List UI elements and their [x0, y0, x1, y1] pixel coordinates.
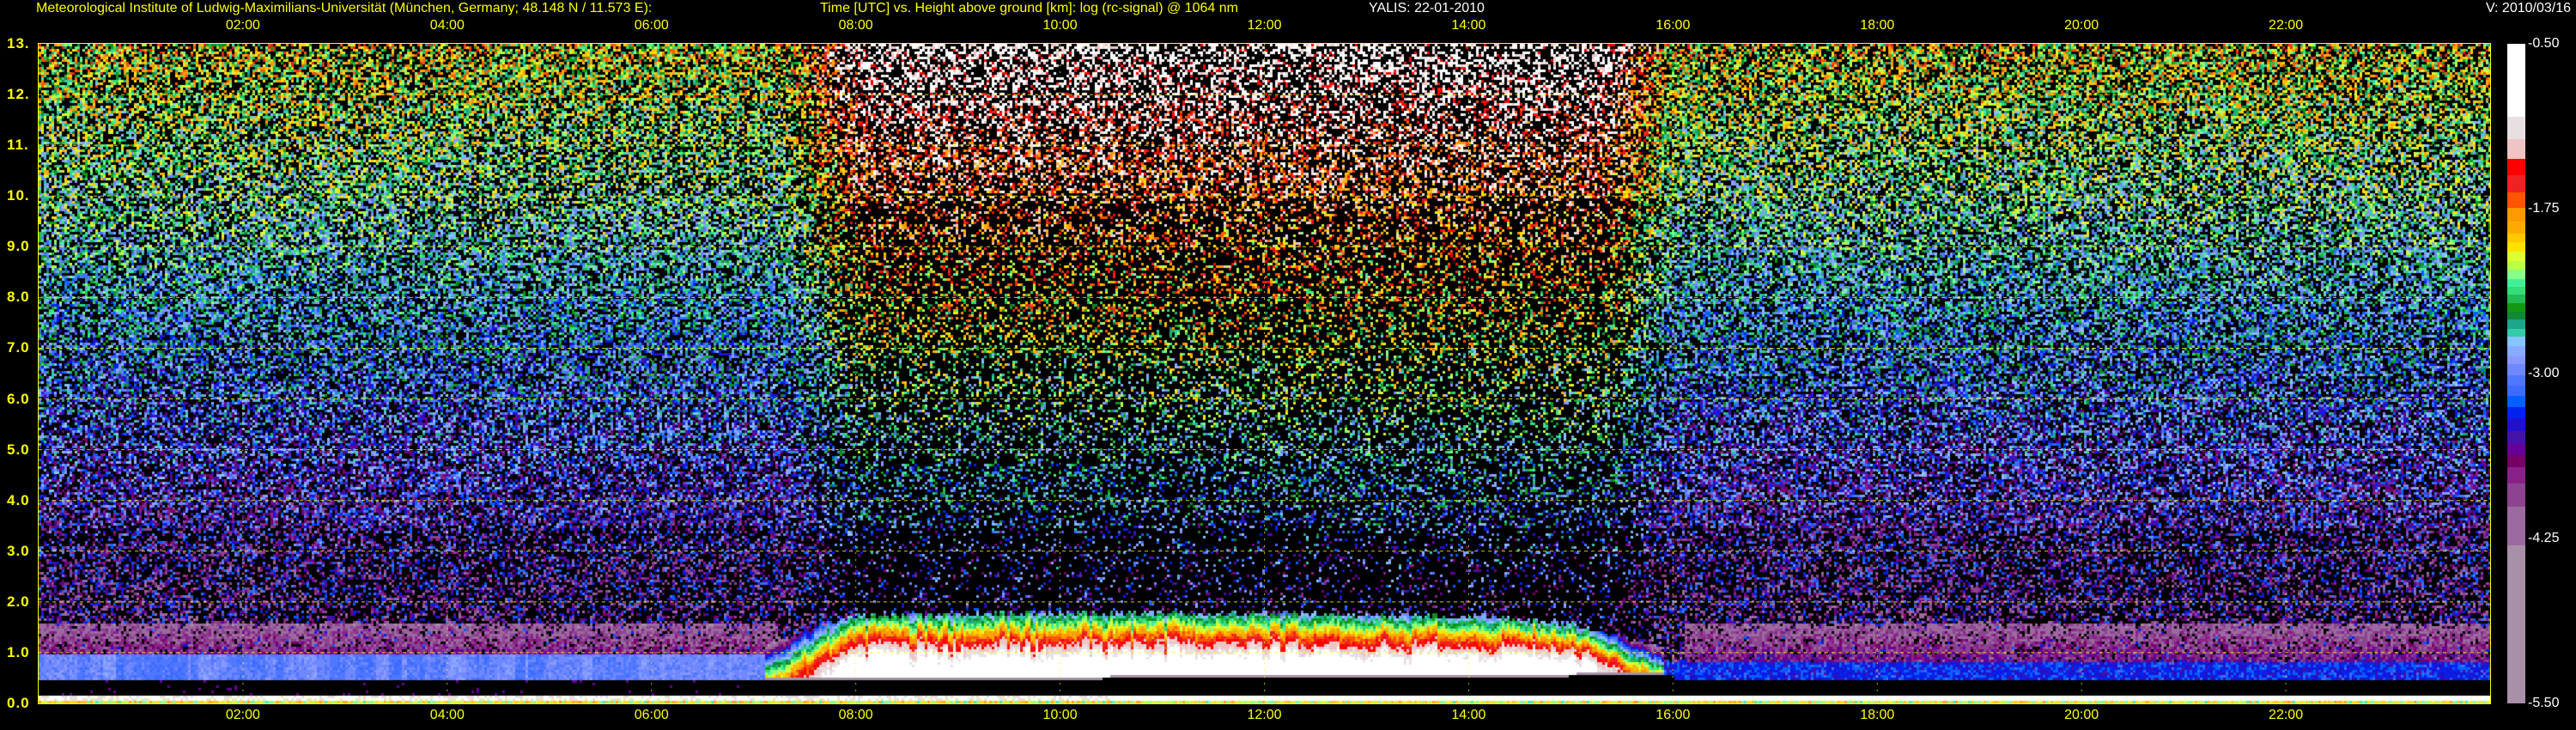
- header-instrument-date: YALIS: 22-01-2010: [1369, 1, 1485, 15]
- y-tick-label: 2.0: [7, 593, 30, 610]
- y-tick-label: 3.0: [7, 542, 30, 559]
- colorbar-tick-label: -5.50: [2528, 696, 2560, 710]
- colorbar-segment: [2507, 319, 2525, 330]
- header-institute: Meteorological Institute of Ludwig-Maxim…: [36, 1, 653, 15]
- x-tick-label-top: 14:00: [1451, 18, 1486, 33]
- colorbar-segment: [2507, 158, 2525, 176]
- colorbar-segment: [2507, 430, 2525, 445]
- x-tick-label-top: 10:00: [1042, 18, 1078, 33]
- x-tick-label-bottom: 04:00: [429, 708, 465, 722]
- x-tick-label-top: 20:00: [2064, 18, 2099, 33]
- colorbar-segment: [2507, 336, 2525, 347]
- x-tick-label-top: 12:00: [1247, 18, 1282, 33]
- x-tick-label-top: 02:00: [225, 18, 260, 33]
- header-version: V: 2010/03/16: [2485, 1, 2571, 15]
- x-tick-label-bottom: 20:00: [2064, 708, 2099, 722]
- colorbar: [2507, 44, 2525, 704]
- x-tick-label-bottom: 08:00: [838, 708, 873, 722]
- x-tick-label-top: 18:00: [1860, 18, 1895, 33]
- colorbar-segment: [2507, 174, 2525, 193]
- colorbar-segment: [2507, 396, 2525, 408]
- colorbar-segment: [2507, 484, 2525, 508]
- colorbar-segment: [2507, 345, 2525, 357]
- y-tick-label: 11.: [7, 137, 29, 154]
- x-tick-label-bottom: 18:00: [1860, 708, 1895, 722]
- y-tick-label: 0.0: [7, 695, 30, 711]
- y-tick-label: 13.: [7, 35, 30, 52]
- y-tick-label: 4.0: [7, 491, 30, 508]
- header-description: Time [UTC] vs. Height above ground [km]:…: [820, 1, 1238, 15]
- x-tick-label-bottom: 06:00: [634, 708, 669, 722]
- colorbar-segment: [2507, 139, 2525, 160]
- colorbar-segment: [2507, 418, 2525, 432]
- x-tick-label-bottom: 10:00: [1042, 708, 1078, 722]
- colorbar-segment: [2507, 406, 2525, 419]
- y-tick-label: 10.: [7, 187, 30, 204]
- y-tick-label: 1.0: [7, 643, 30, 660]
- colorbar-segment: [2507, 252, 2525, 262]
- colorbar-segment: [2507, 192, 2525, 209]
- y-tick-label: 6.0: [7, 390, 30, 407]
- colorbar-segment: [2507, 44, 2525, 118]
- colorbar-segment: [2507, 261, 2525, 271]
- colorbar-segment: [2507, 467, 2525, 484]
- x-tick-label-top: 22:00: [2269, 18, 2304, 33]
- colorbar-segment: [2507, 242, 2525, 252]
- colorbar-tick-label: -4.25: [2528, 531, 2560, 545]
- colorbar-segment: [2507, 455, 2525, 468]
- colorbar-segment: [2507, 443, 2525, 456]
- colorbar-segment: [2507, 374, 2525, 386]
- y-tick-label: 8.0: [7, 289, 30, 306]
- colorbar-segment: [2507, 269, 2525, 280]
- y-tick-label: 9.0: [7, 238, 30, 255]
- y-tick-label: 7.0: [7, 339, 30, 356]
- x-tick-label-top: 06:00: [634, 18, 669, 33]
- x-tick-label-bottom: 22:00: [2269, 708, 2304, 722]
- y-tick-label: 12.: [7, 86, 30, 103]
- y-tick-label: 5.0: [7, 441, 30, 458]
- x-tick-label-bottom: 02:00: [225, 708, 260, 722]
- x-tick-label-top: 16:00: [1656, 18, 1691, 33]
- colorbar-segment: [2507, 222, 2525, 234]
- colorbar-tick-label: -3.00: [2528, 366, 2560, 380]
- colorbar-segment: [2507, 544, 2525, 704]
- colorbar-segment: [2507, 364, 2525, 376]
- colorbar-tick-label: -1.75: [2528, 201, 2560, 216]
- colorbar-segment: [2507, 302, 2525, 313]
- x-tick-label-top: 08:00: [838, 18, 873, 33]
- colorbar-segment: [2507, 386, 2525, 397]
- colorbar-segment: [2507, 295, 2525, 304]
- x-tick-label-bottom: 16:00: [1656, 708, 1691, 722]
- x-tick-label-top: 04:00: [429, 18, 465, 33]
- x-tick-label-bottom: 14:00: [1451, 708, 1486, 722]
- x-tick-label-bottom: 12:00: [1247, 708, 1282, 722]
- colorbar-segment: [2507, 207, 2525, 222]
- grid-lines: [39, 44, 2490, 703]
- colorbar-segment: [2507, 507, 2525, 546]
- colorbar-segment: [2507, 117, 2525, 140]
- colorbar-tick-label: -0.50: [2528, 36, 2560, 51]
- colorbar-segment: [2507, 233, 2525, 243]
